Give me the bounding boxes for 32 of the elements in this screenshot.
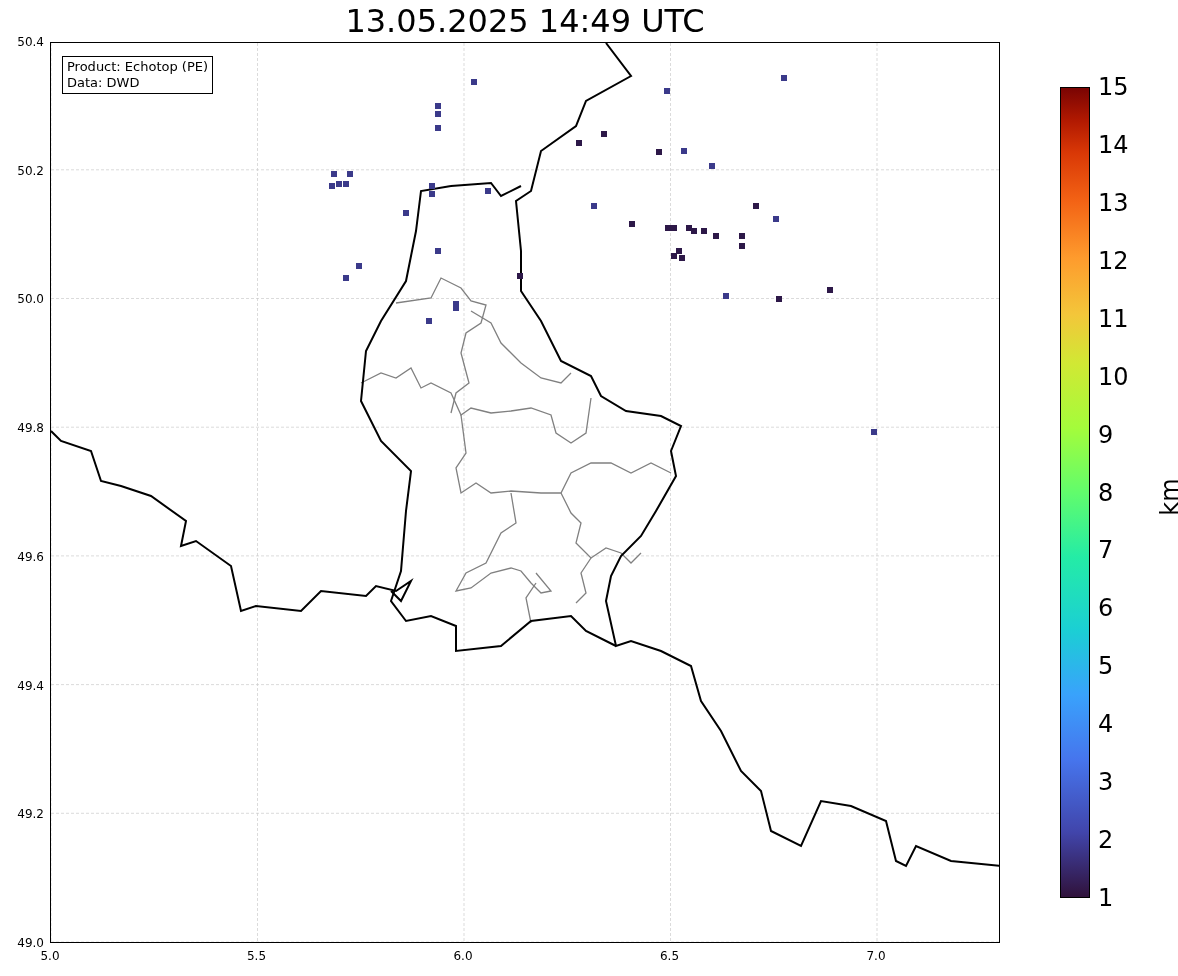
colorbar-tick-label: 13 (1098, 188, 1129, 217)
colorbar-tick-label: 15 (1098, 73, 1129, 101)
colorbar-tick-label: 9 (1098, 420, 1114, 449)
y-axis-tick-label: 49.6 (17, 549, 44, 564)
colorbar-tick-label: 1 (1098, 884, 1114, 912)
info-text: Product: Echotop (PE) (67, 59, 209, 75)
info-text: Data: DWD (67, 75, 141, 91)
x-axis-tick-label: 6.5 (659, 949, 680, 963)
y-axis-tick-label: 49.2 (17, 807, 44, 822)
x-axis-tick-label: 7.0 (866, 949, 886, 963)
x-axis-tick-label: 6.0 (453, 949, 473, 963)
colorbar-tick-label: 6 (1098, 594, 1114, 623)
y-axis-tick-label: 49.4 (17, 678, 44, 693)
y-axis-tick-label: 50.4 (17, 35, 44, 49)
x-axis-tick-label: 5.0 (40, 949, 60, 963)
colorbar-tick-label: 8 (1098, 478, 1114, 507)
chart-title: 13.05.2025 14:49 UTC (345, 2, 705, 40)
y-axis-tick-label: 50.2 (17, 163, 44, 178)
colorbar-tick-label: 4 (1098, 710, 1114, 739)
colorbar-tick-label: 12 (1098, 246, 1129, 275)
y-axis-tick-label: 49.0 (17, 936, 44, 950)
colorbar-label: km (1156, 478, 1178, 516)
colorbar-tick-label: 11 (1098, 304, 1129, 333)
colorbar-tick-label: 2 (1098, 826, 1114, 855)
colorbar-tick-label: 3 (1098, 768, 1114, 797)
colorbar-tick-label: 5 (1098, 652, 1114, 681)
y-axis-tick-label: 50.0 (17, 292, 44, 307)
colorbar-tick-label: 7 (1098, 536, 1114, 565)
y-axis-tick-label: 49.8 (17, 421, 44, 436)
colorbar-tick-label: 10 (1098, 362, 1129, 391)
x-axis-tick-label: 5.5 (246, 949, 267, 963)
colorbar-tick-label: 14 (1098, 130, 1129, 159)
